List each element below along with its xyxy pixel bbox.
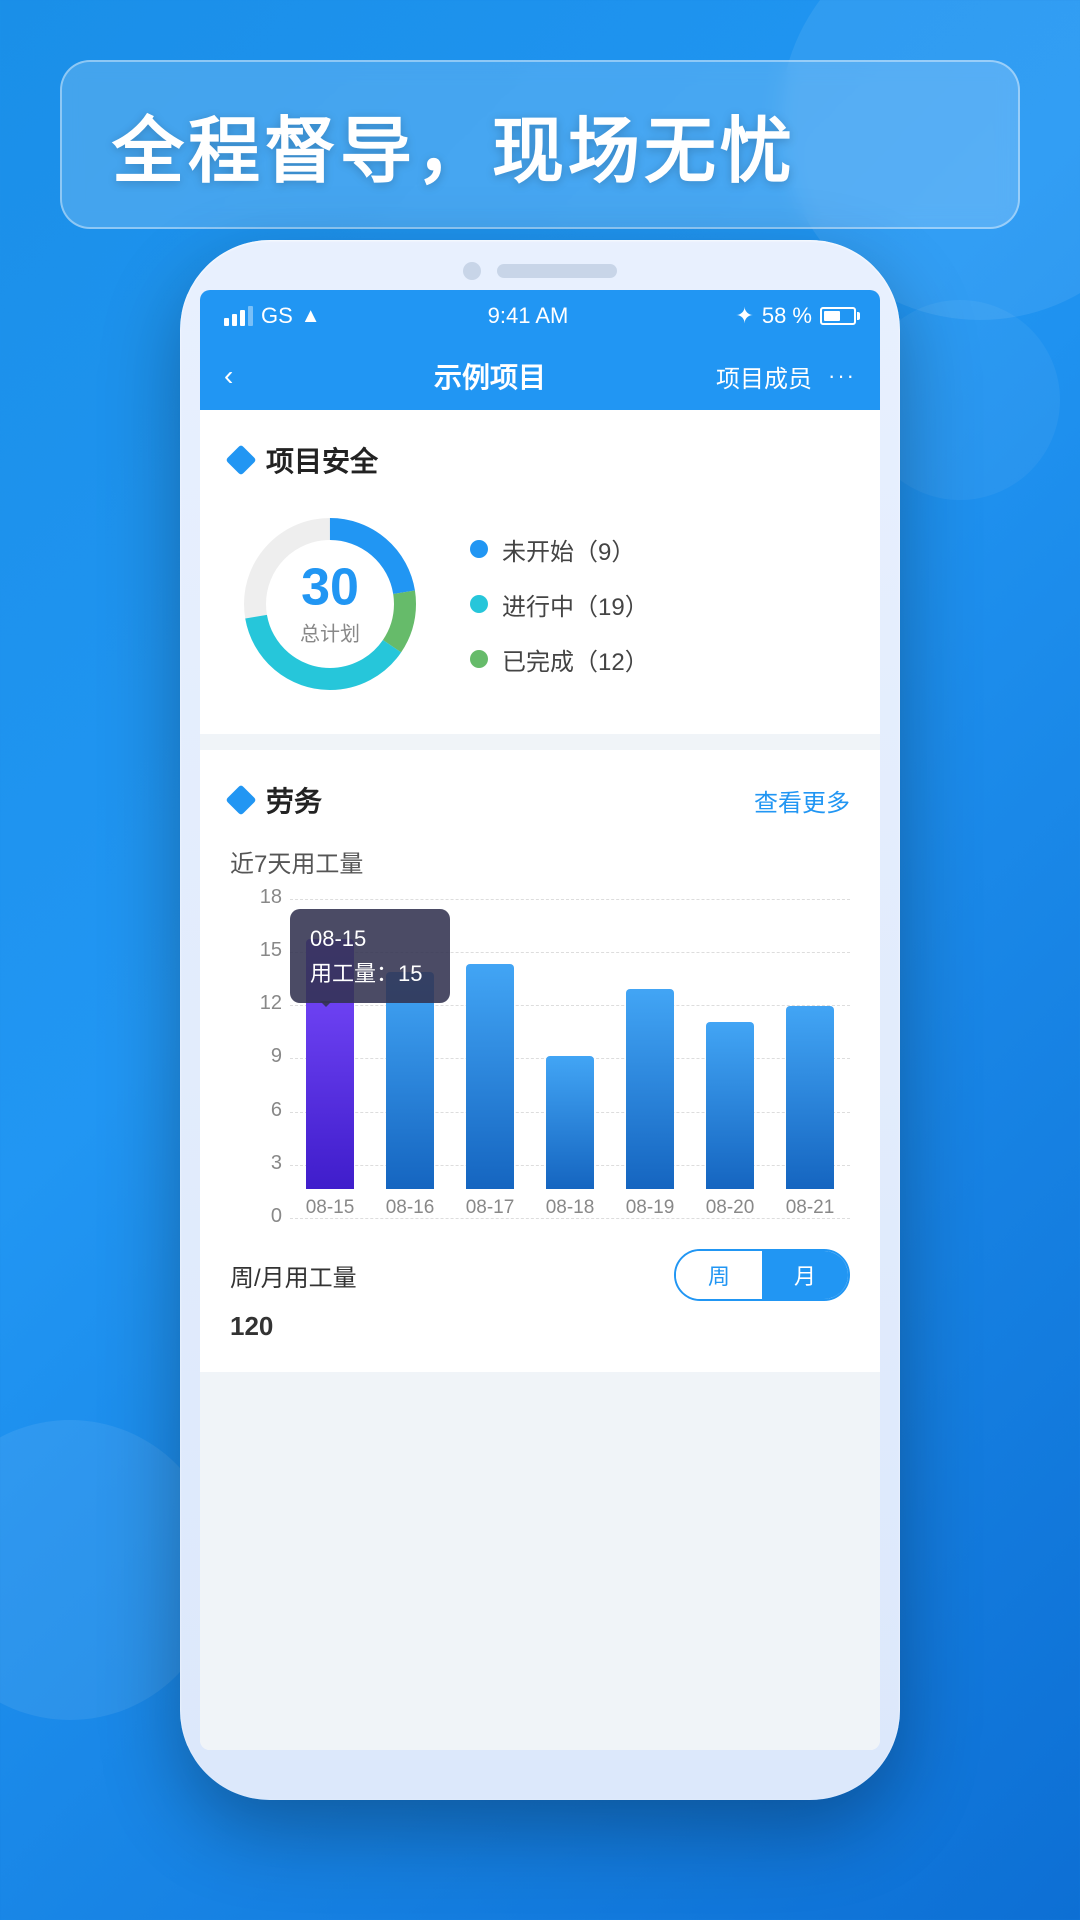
bar-col-6: 08-21 <box>770 1006 850 1219</box>
status-bar: GS ▲ 9:41 AM ✦ 58 % <box>200 290 880 342</box>
period-label: 周/月用工量 <box>230 1258 357 1293</box>
labor-card: 劳务 查看更多 近7天用工量 08-15 用工量：15 <box>200 750 880 1372</box>
donut-chart: 30 总计划 <box>230 504 430 704</box>
phone-outer: GS ▲ 9:41 AM ✦ 58 % ‹ 示例项目 <box>180 240 900 1800</box>
status-time: 9:41 AM <box>488 303 569 329</box>
bar-label-1: 08-16 <box>386 1197 435 1219</box>
labor-diamond-icon <box>225 784 256 815</box>
legend-label-0: 未开始（9） <box>502 532 635 567</box>
legend-label-2: 已完成（12） <box>502 642 649 677</box>
bar-label-5: 08-20 <box>706 1197 755 1219</box>
legend-item-1: 进行中（19） <box>470 587 649 622</box>
bar-label-4: 08-19 <box>626 1197 675 1219</box>
tooltip-value: 用工量：15 <box>310 956 430 991</box>
nav-title: 示例项目 <box>284 356 696 396</box>
safety-diamond-icon <box>225 444 256 475</box>
safety-legend: 未开始（9） 进行中（19） 已完成（12） <box>470 532 649 677</box>
safety-section-title: 项目安全 <box>266 440 378 480</box>
period-toggle-group[interactable]: 周 月 <box>674 1249 850 1301</box>
nav-bar: ‹ 示例项目 项目成员 ··· <box>200 342 880 410</box>
phone-mockup: GS ▲ 9:41 AM ✦ 58 % ‹ 示例项目 <box>180 240 900 1820</box>
period-toggle-week[interactable]: 周 <box>676 1251 762 1299</box>
donut-center: 30 总计划 <box>300 562 360 647</box>
bar-label-2: 08-17 <box>466 1197 515 1219</box>
bar-col-3: 08-18 <box>530 1056 610 1219</box>
bar-chart-area: 08-15 用工量：15 18 15 12 9 6 3 <box>290 899 850 1219</box>
content-area: 项目安全 <box>200 410 880 1750</box>
tooltip-date: 08-15 <box>310 921 430 956</box>
legend-dot-0 <box>470 540 488 558</box>
chart-tooltip: 08-15 用工量：15 <box>290 909 450 1003</box>
signal-icon <box>224 306 253 326</box>
period-selector-row: 周/月用工量 周 月 <box>230 1239 850 1301</box>
bar-1 <box>386 972 434 1189</box>
battery-pct-label: 58 % <box>762 303 812 329</box>
bar-3 <box>546 1056 594 1189</box>
labor-chart-title: 近7天用工量 <box>230 844 850 879</box>
status-left: GS ▲ <box>224 303 321 329</box>
grid-line-18: 18 <box>290 899 850 900</box>
phone-speaker <box>497 264 617 278</box>
donut-number: 30 <box>300 562 360 614</box>
hero-banner: 全程督导，现场无忧 <box>60 60 1020 229</box>
bar-label-6: 08-21 <box>786 1197 835 1219</box>
bar-4 <box>626 989 674 1189</box>
bottom-value: 120 <box>230 1311 273 1342</box>
nav-right: 项目成员 ··· <box>716 359 856 394</box>
phone-screen: GS ▲ 9:41 AM ✦ 58 % ‹ 示例项目 <box>200 290 880 1750</box>
bar-col-5: 08-20 <box>690 1022 770 1219</box>
bar-6 <box>786 1006 834 1189</box>
bar-label-3: 08-18 <box>546 1197 595 1219</box>
battery-icon <box>820 307 856 325</box>
donut-label: 总计划 <box>300 618 360 647</box>
bluetooth-icon: ✦ <box>735 303 753 329</box>
labor-section-title: 劳务 <box>266 780 322 820</box>
bar-col-2: 08-17 <box>450 964 530 1219</box>
safety-title-row: 项目安全 <box>230 440 378 480</box>
legend-item-0: 未开始（9） <box>470 532 649 567</box>
period-toggle-month[interactable]: 月 <box>762 1251 848 1299</box>
bar-5 <box>706 1022 754 1189</box>
safety-chart-row: 30 总计划 未开始（9） 进行中（ <box>230 504 850 704</box>
legend-label-1: 进行中（19） <box>502 587 649 622</box>
bar-col-1: 08-16 <box>370 972 450 1219</box>
legend-dot-1 <box>470 595 488 613</box>
back-button[interactable]: ‹ <box>224 360 264 392</box>
phone-notch <box>180 240 900 290</box>
legend-dot-2 <box>470 650 488 668</box>
bar-chart-container: 08-15 用工量：15 18 15 12 9 6 3 <box>230 899 850 1219</box>
bottom-value-row: 120 <box>230 1311 850 1342</box>
hero-text: 全程督导，现场无忧 <box>112 92 968 197</box>
bar-2 <box>466 964 514 1189</box>
labor-section-header: 劳务 查看更多 <box>230 780 850 820</box>
more-button[interactable]: ··· <box>828 363 856 389</box>
bar-label-0: 08-15 <box>306 1197 355 1219</box>
bar-col-4: 08-19 <box>610 989 690 1219</box>
safety-section-header: 项目安全 <box>230 440 850 480</box>
project-safety-card: 项目安全 <box>200 410 880 734</box>
status-right: ✦ 58 % <box>735 303 856 329</box>
legend-item-2: 已完成（12） <box>470 642 649 677</box>
wifi-icon: ▲ <box>301 305 321 328</box>
phone-camera <box>463 262 481 280</box>
view-more-button[interactable]: 查看更多 <box>754 783 850 818</box>
project-members-button[interactable]: 项目成员 <box>716 359 812 394</box>
labor-title-row: 劳务 <box>230 780 322 820</box>
carrier-label: GS <box>261 303 293 329</box>
